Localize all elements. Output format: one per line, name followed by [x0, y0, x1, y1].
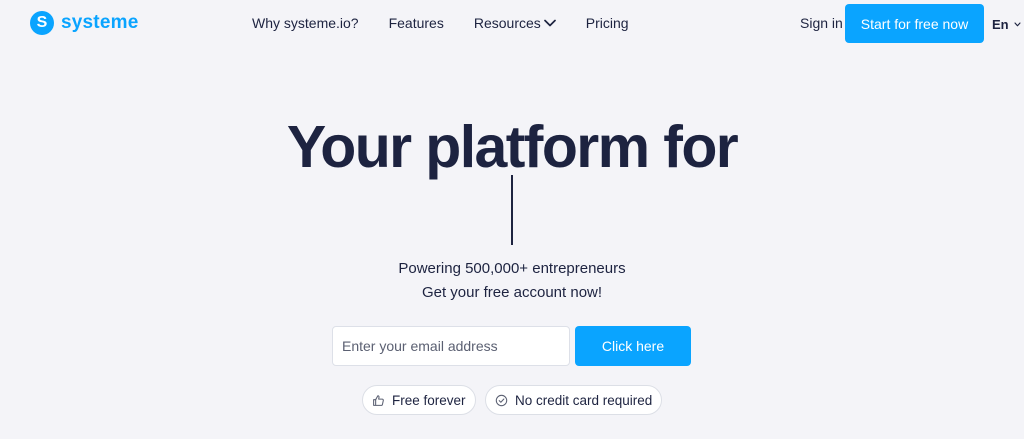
hero-subtitle-free-account: Get your free account now! [421, 284, 603, 301]
nav-pricing-label: Pricing [585, 15, 629, 31]
thumbs-up-icon [372, 394, 385, 407]
nav-features[interactable]: Features [389, 15, 444, 31]
landing-page: S systeme Why systeme.io? Features Resou… [0, 0, 1024, 439]
nav-pricing[interactable]: Pricing [586, 15, 629, 31]
badge-no-credit-card: No credit card required [485, 385, 663, 415]
main-nav: Why systeme.io? Features Resources Prici… [252, 15, 629, 31]
check-circle-icon [495, 394, 508, 407]
nav-why-systeme-label: Why systeme.io? [252, 15, 359, 31]
hero-subtitle-entrepreneurs: Powering 500,000+ entrepreneurs [398, 260, 626, 277]
click-here-button[interactable]: Click here [575, 326, 691, 366]
language-label: En [992, 17, 1009, 32]
nav-why-systeme[interactable]: Why systeme.io? [252, 15, 359, 31]
nav-features-label: Features [388, 15, 444, 31]
chevron-down-icon [1014, 22, 1021, 27]
sign-in-link[interactable]: Sign in [800, 15, 843, 31]
chevron-down-icon [543, 19, 556, 27]
nav-resources-label: Resources [473, 15, 541, 31]
logo-text: systeme [61, 12, 139, 33]
badge-no-credit-card-label: No credit card required [515, 392, 653, 408]
nav-resources[interactable]: Resources [474, 15, 556, 31]
top-header: S systeme Why systeme.io? Features Resou… [0, 0, 1024, 48]
email-input[interactable] [332, 326, 570, 366]
systeme-logo[interactable]: S systeme [30, 11, 138, 35]
hero-title: Your platform for [286, 114, 739, 180]
badge-free-forever-label: Free forever [392, 392, 466, 408]
badge-free-forever: Free forever [362, 385, 476, 415]
typing-cursor [511, 175, 513, 245]
logo-mark-icon: S [30, 11, 54, 35]
language-selector[interactable]: En [992, 17, 1021, 32]
start-for-free-button[interactable]: Start for free now [845, 4, 984, 43]
